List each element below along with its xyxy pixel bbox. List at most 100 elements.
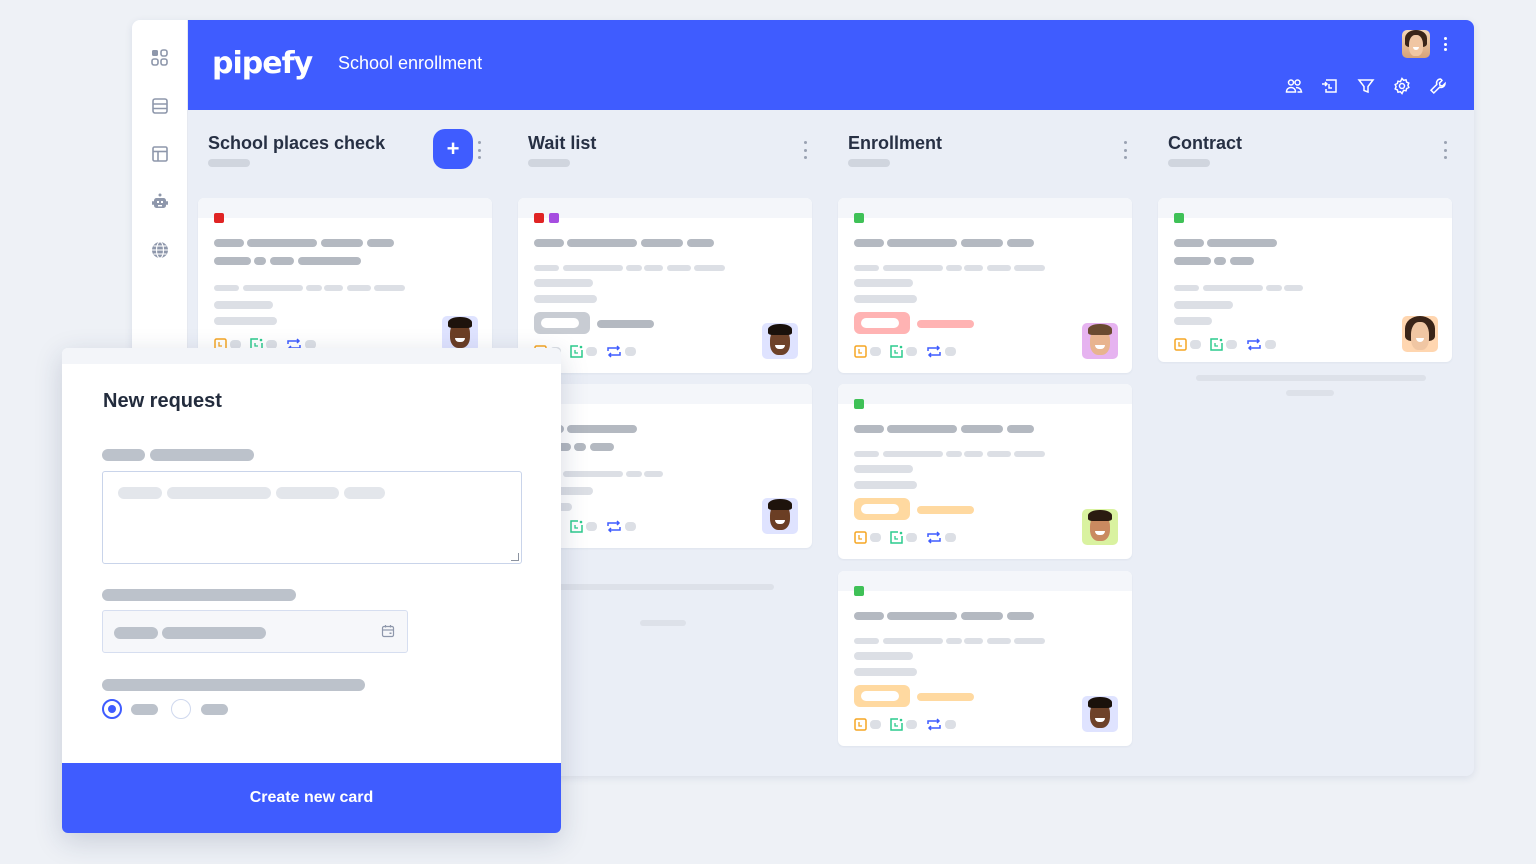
phase-more-button[interactable] [802, 141, 808, 159]
add-card-button[interactable]: + [433, 129, 473, 169]
card-badges [854, 345, 965, 358]
nav-home[interactable] [148, 46, 172, 70]
tools-button[interactable] [1428, 76, 1448, 96]
recurrence-icon [927, 531, 941, 544]
assignee-avatar[interactable] [1402, 316, 1438, 352]
radio-option-2[interactable] [171, 699, 191, 719]
checklist-icon [1210, 338, 1223, 351]
label-red [214, 213, 224, 223]
phase-title: School places check [208, 133, 386, 153]
checklist-icon [890, 531, 903, 544]
column-footer-placeholder [640, 620, 686, 626]
field-label-placeholder [150, 449, 254, 461]
card-labels [854, 213, 864, 223]
robot-icon [152, 193, 168, 208]
checklist-icon [890, 345, 903, 358]
field-label-placeholder [102, 449, 145, 461]
resize-handle[interactable] [511, 553, 519, 561]
assignee-avatar[interactable] [1082, 696, 1118, 732]
card-labels [854, 399, 864, 409]
card[interactable] [838, 384, 1132, 559]
card[interactable] [838, 571, 1132, 746]
grid-icon [151, 49, 168, 66]
card-labels [1174, 213, 1184, 223]
phase-count-placeholder [208, 159, 250, 167]
card[interactable] [518, 384, 812, 548]
recurrence-icon [927, 345, 941, 358]
checklist-icon [570, 520, 583, 533]
label-green [1174, 213, 1184, 223]
phase-more-button[interactable] [1122, 141, 1128, 159]
radio-option-1[interactable] [102, 699, 122, 719]
recurrence-icon [1247, 338, 1261, 351]
date-field[interactable] [102, 610, 408, 653]
phase-title: Enrollment [848, 133, 943, 153]
form-title: New request [103, 390, 222, 412]
card[interactable] [1158, 198, 1452, 362]
card-labels [214, 213, 224, 223]
field-label-placeholder [102, 679, 365, 691]
create-new-card-button[interactable]: Create new card [62, 763, 561, 833]
globe-icon [152, 241, 168, 259]
due-date-icon [854, 531, 867, 544]
pipe-header: pipefy School enrollment [188, 20, 1474, 110]
nav-automations[interactable] [148, 190, 172, 214]
status-pill [854, 312, 910, 334]
members-button[interactable] [1284, 76, 1304, 96]
assignee-avatar[interactable] [442, 316, 478, 352]
assignee-avatar[interactable] [762, 498, 798, 534]
wrench-icon [1429, 78, 1446, 95]
filter-button[interactable] [1356, 76, 1376, 96]
label-purple [549, 213, 559, 223]
pipefy-logo[interactable]: pipefy [212, 46, 313, 81]
filter-icon [1357, 79, 1375, 94]
phase-column-enrollment: Enrollment [828, 110, 1132, 776]
field-label-placeholder [102, 589, 296, 601]
label-green [854, 586, 864, 596]
settings-button[interactable] [1392, 76, 1412, 96]
header-toolbar [1284, 76, 1448, 96]
recurrence-icon [607, 520, 621, 533]
phase-more-button[interactable] [1442, 141, 1448, 159]
long-text-field[interactable] [102, 471, 522, 564]
due-date-icon [854, 345, 867, 358]
card-badges [1174, 338, 1285, 351]
phase-more-button[interactable] [476, 141, 482, 159]
phase-count-placeholder [848, 159, 890, 167]
label-green [854, 399, 864, 409]
card-badges [854, 531, 965, 544]
card[interactable] [838, 198, 1132, 373]
phase-column-contract: Contract [1148, 110, 1452, 776]
assignee-avatar[interactable] [1082, 509, 1118, 545]
calendar-icon [381, 625, 395, 638]
nav-portals[interactable] [148, 238, 172, 262]
checklist-icon [890, 718, 903, 731]
members-icon [1285, 79, 1303, 93]
phase-count-placeholder [528, 159, 570, 167]
nav-databases[interactable] [148, 94, 172, 118]
phase-title: Wait list [528, 133, 597, 153]
import-button[interactable] [1320, 76, 1340, 96]
radio-label-placeholder [131, 704, 158, 715]
header-more-button[interactable] [1442, 34, 1448, 54]
column-footer-placeholder [558, 584, 774, 590]
due-date-icon [854, 718, 867, 731]
recurrence-icon [607, 345, 621, 358]
card[interactable] [518, 198, 812, 373]
label-red [534, 213, 544, 223]
card[interactable] [198, 198, 492, 358]
status-pill [854, 498, 910, 520]
assignee-avatar[interactable] [1082, 323, 1118, 359]
card-labels [854, 586, 864, 596]
phase-count-placeholder [1168, 159, 1210, 167]
user-avatar[interactable] [1402, 30, 1430, 58]
recurrence-icon [927, 718, 941, 731]
checklist-icon [570, 345, 583, 358]
label-green [854, 213, 864, 223]
assignee-avatar[interactable] [762, 323, 798, 359]
avatar-face [1402, 30, 1430, 58]
card-badges [854, 718, 965, 731]
new-request-form: New request Create new card [62, 348, 561, 833]
nav-interfaces[interactable] [148, 142, 172, 166]
database-icon [152, 98, 168, 114]
